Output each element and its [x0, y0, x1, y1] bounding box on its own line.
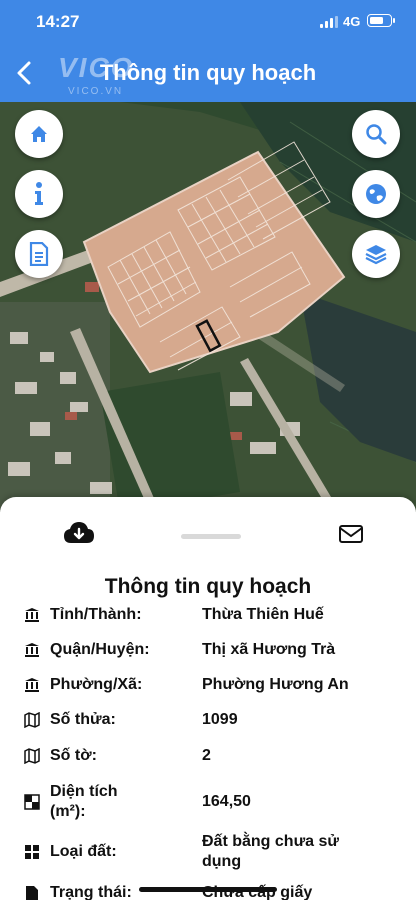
document-icon: [29, 242, 49, 266]
search-icon: [366, 124, 387, 145]
row-label: Số tờ:: [50, 747, 97, 764]
row-value: Phường Hương An: [202, 676, 349, 693]
map-icon: [24, 748, 40, 764]
row-value-line2: dụng: [202, 853, 242, 870]
app-header: 14:27 4G VICO VICO.VN Thông tin quy hoạc…: [0, 0, 416, 102]
status-time: 14:27: [36, 12, 80, 31]
search-button[interactable]: [352, 110, 400, 158]
doc-icon: [26, 886, 38, 900]
globe-icon: [366, 184, 386, 204]
email-button[interactable]: [338, 523, 364, 545]
download-button[interactable]: [62, 519, 96, 549]
info-button[interactable]: [15, 170, 63, 218]
bank-icon: [25, 678, 39, 692]
home-icon: [31, 126, 47, 142]
document-button[interactable]: [15, 230, 63, 278]
row-value: 2: [202, 747, 211, 764]
battery-icon: [367, 14, 395, 27]
page-title: Thông tin quy hoạch: [99, 60, 317, 85]
layers-icon: [365, 245, 387, 265]
row-value: Thừa Thiên Huế: [202, 606, 324, 623]
sheet-drag-handle[interactable]: [181, 534, 241, 539]
row-value: 1099: [202, 711, 238, 728]
bank-icon: [25, 643, 39, 657]
network-label: 4G: [343, 14, 361, 29]
row-label: Diện tích (m²):: [50, 782, 210, 822]
grid-icon: [25, 845, 39, 859]
row-value: 164,50: [202, 793, 251, 810]
row-label: Tỉnh/Thành:: [50, 606, 142, 623]
row-label-line2: (m²):: [50, 803, 86, 820]
row-value: Thị xã Hương Trà: [202, 641, 336, 658]
globe-button[interactable]: [352, 170, 400, 218]
satellite-map[interactable]: [0, 102, 416, 512]
area-icon: [24, 794, 40, 810]
row-label: Loại đất:: [50, 843, 117, 860]
home-indicator[interactable]: [139, 887, 277, 892]
map-icon: [24, 712, 40, 728]
cloud-download-icon: [64, 522, 94, 543]
mail-icon: [339, 525, 363, 543]
map-imagery: [0, 102, 416, 512]
row-label: Quận/Huyện:: [50, 641, 150, 658]
signal-icon: [320, 16, 338, 28]
home-button[interactable]: [15, 110, 63, 158]
info-bottom-sheet[interactable]: Thông tin quy hoạch Tỉnh/Thành: Thừa Thi…: [0, 497, 416, 900]
row-label-line1: Diện tích: [50, 783, 118, 800]
row-label: Số thửa:: [50, 711, 116, 728]
row-value: Đất bằng chưa sử dụng: [202, 832, 402, 872]
layers-button[interactable]: [352, 230, 400, 278]
info-icon: [35, 182, 43, 205]
sheet-title: Thông tin quy hoạch: [104, 575, 312, 598]
row-value-line1: Đất bằng chưa sử: [202, 833, 339, 850]
row-label: Phường/Xã:: [50, 676, 143, 693]
status-bar: 14:27 4G: [0, 0, 416, 44]
bank-icon: [25, 608, 39, 622]
